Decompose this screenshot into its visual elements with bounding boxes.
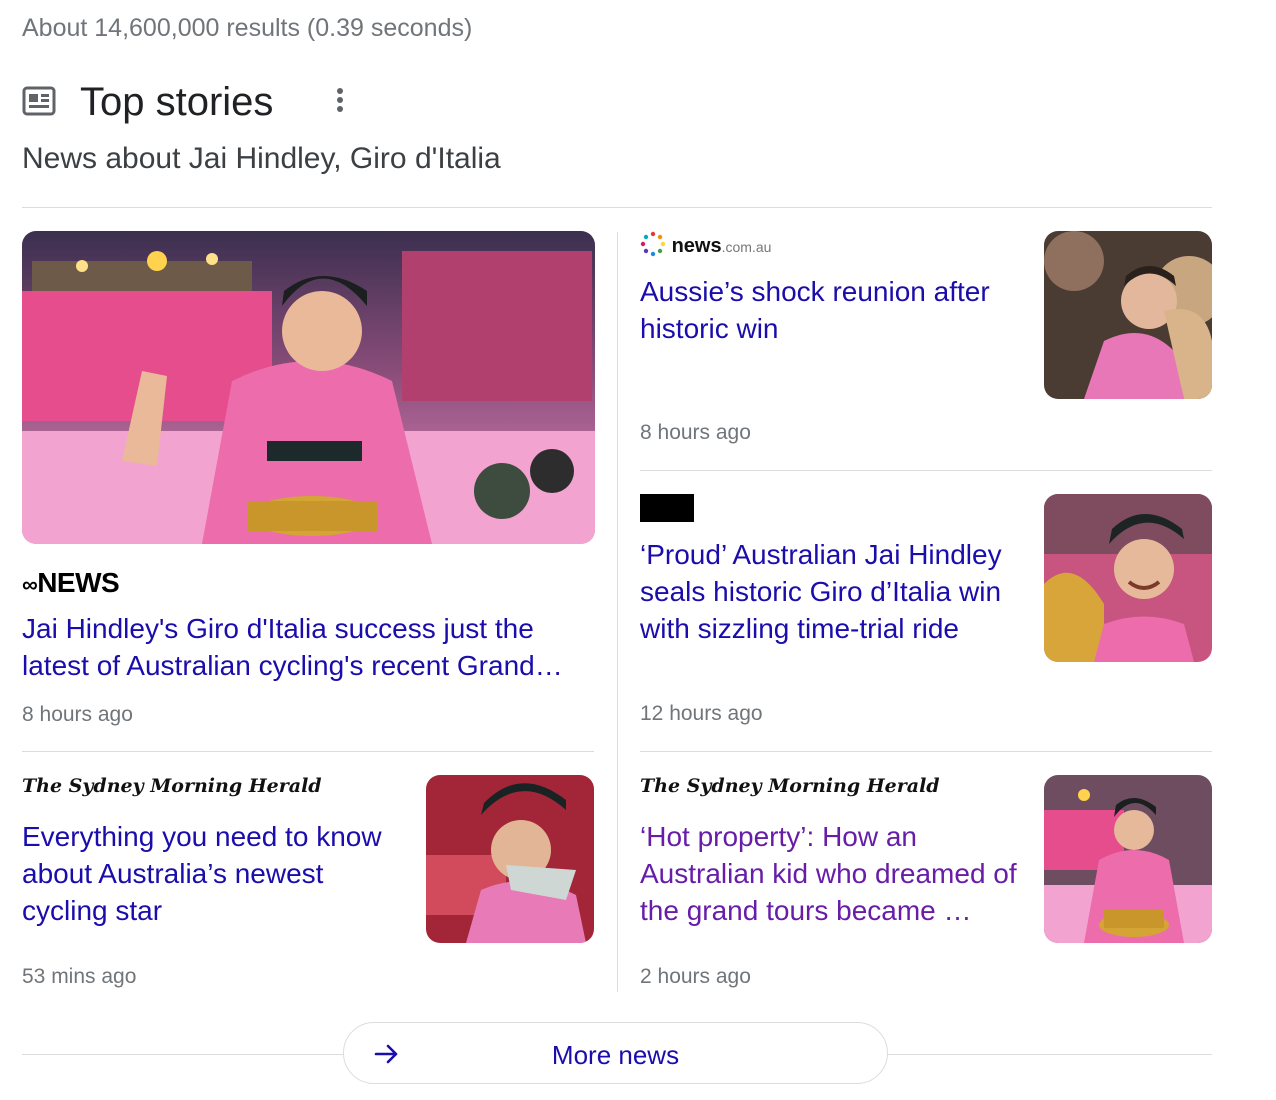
publisher-logo-smh: The Sydney Morning Herald xyxy=(640,775,940,797)
story-age: 8 hours ago xyxy=(22,703,133,726)
story-headline: ‘Hot property’: How an Australian kid wh… xyxy=(640,821,1017,926)
publisher-logo-smh: The Sydney Morning Herald xyxy=(22,775,322,797)
more-news-button[interactable]: More news xyxy=(343,1022,888,1084)
story-card-newscomau[interactable]: news.com.au Aussie’s shock reunion after… xyxy=(640,231,1212,451)
story-headline: Aussie’s shock reunion after historic wi… xyxy=(640,276,990,344)
story-age: 2 hours ago xyxy=(640,965,751,988)
divider xyxy=(22,1054,343,1055)
publisher-logo-newscomau: news.com.au xyxy=(640,231,771,258)
story-card-smh-1[interactable]: The Sydney Morning Herald Everything you… xyxy=(22,775,594,995)
story-image xyxy=(22,231,595,544)
story-headline: Jai Hindley's Giro d'Italia success just… xyxy=(22,613,563,681)
divider xyxy=(640,470,1212,471)
top-stories-title: Top stories xyxy=(80,80,274,124)
divider xyxy=(22,207,1212,208)
news-icon xyxy=(22,86,56,116)
result-stats: About 14,600,000 results (0.39 seconds) xyxy=(22,14,473,42)
story-thumbnail xyxy=(426,775,594,943)
story-age: 53 mins ago xyxy=(22,965,137,988)
top-stories-subtitle: News about Jai Hindley, Giro d'Italia xyxy=(22,142,501,175)
newscomau-icon xyxy=(640,231,666,257)
more-news-label: More news xyxy=(551,1040,680,1070)
story-age: 12 hours ago xyxy=(640,702,763,725)
story-headline: Everything you need to know about Austra… xyxy=(22,821,382,926)
story-thumbnail xyxy=(1044,775,1212,943)
story-age: 8 hours ago xyxy=(640,421,751,444)
search-results-page: About 14,600,000 results (0.39 seconds) … xyxy=(0,0,1276,1100)
story-thumbnail xyxy=(1044,231,1212,399)
divider xyxy=(888,1054,1212,1055)
story-thumbnail xyxy=(1044,494,1212,662)
story-card-smh-2[interactable]: The Sydney Morning Herald ‘Hot property’… xyxy=(640,775,1212,995)
divider xyxy=(22,751,594,752)
divider xyxy=(617,232,618,992)
divider xyxy=(640,751,1212,752)
story-headline: ‘Proud’ Australian Jai Hindley seals his… xyxy=(640,539,1002,644)
more-vert-icon[interactable] xyxy=(332,88,348,116)
top-stories-header: Top stories xyxy=(22,78,382,126)
story-card-3[interactable]: ‘Proud’ Australian Jai Hindley seals his… xyxy=(640,494,1212,726)
publisher-logo-abc: ∞NEWS xyxy=(22,567,120,598)
publisher-logo xyxy=(640,494,694,522)
story-card-abc[interactable]: ∞NEWS Jai Hindley's Giro d'Italia succes… xyxy=(22,231,595,731)
